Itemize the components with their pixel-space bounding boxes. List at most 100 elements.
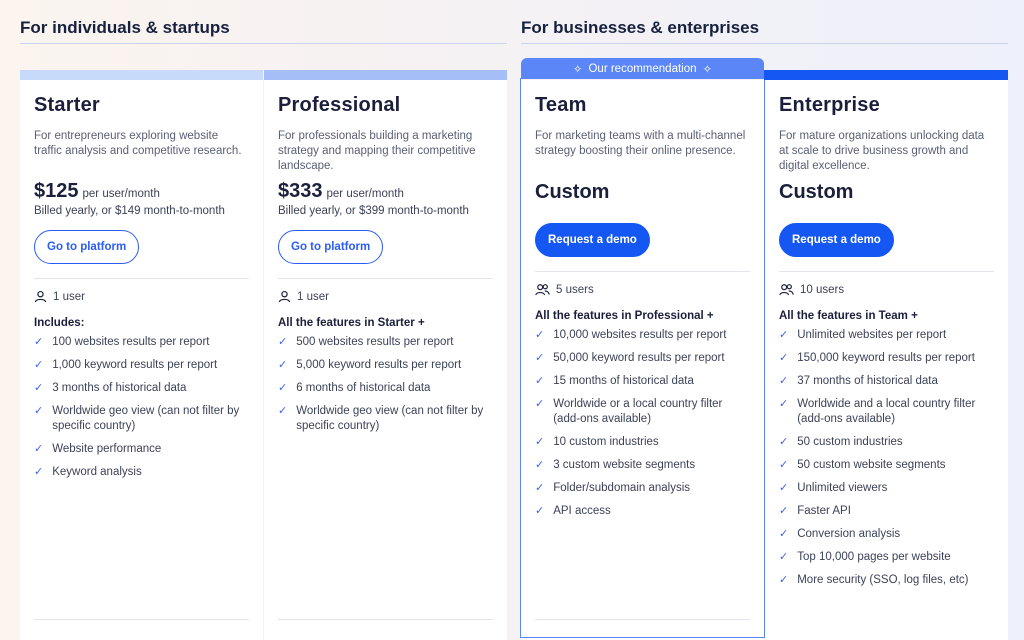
- check-icon: ✓: [535, 329, 545, 341]
- check-icon: ✓: [535, 375, 545, 387]
- list-item: ✓ 50,000 keyword results per report: [535, 351, 750, 366]
- feature-list: ✓ Unlimited websites per report ✓ 150,000 …: [779, 328, 994, 588]
- divider: [278, 619, 493, 620]
- list-item: ✓ 6 months of historical data: [278, 381, 493, 396]
- check-icon: ✓: [535, 436, 545, 448]
- feature-text: 50 custom industries: [797, 436, 903, 448]
- price-unit: per user/month: [326, 188, 404, 200]
- check-icon: ✓: [779, 436, 789, 448]
- check-icon: ✓: [779, 375, 789, 387]
- plan-description: For entrepreneurs exploring website traf…: [34, 130, 242, 157]
- feature-text: 150,000 keyword results per report: [797, 352, 975, 364]
- check-icon: ✓: [779, 574, 789, 586]
- check-icon: ✓: [779, 505, 789, 517]
- seat-count: 1 user: [34, 290, 249, 303]
- plan-name: Starter: [34, 94, 100, 116]
- check-icon: ✓: [34, 382, 44, 394]
- feature-text: Faster API: [797, 505, 851, 517]
- request-demo-button[interactable]: Request a demo: [535, 223, 650, 257]
- price-row: $125 per user/month: [34, 180, 249, 203]
- check-icon: ✓: [779, 528, 789, 540]
- divider: [34, 278, 249, 279]
- feature-text: 100 websites results per report: [52, 336, 210, 348]
- list-item: ✓ 10 custom industries: [535, 435, 750, 450]
- list-item: ✓ 37 months of historical data: [779, 374, 994, 389]
- request-demo-button[interactable]: Request a demo: [779, 223, 894, 257]
- plan-card-starter: Starter For entrepreneurs exploring webs…: [20, 70, 263, 640]
- plan-description: For professionals building a marketing s…: [278, 130, 476, 172]
- group-heading-individuals: For individuals & startups: [20, 18, 230, 37]
- divider: [278, 278, 493, 279]
- price-unit: per user/month: [82, 188, 160, 200]
- plan-price: Custom: [535, 181, 610, 203]
- check-icon: ✓: [779, 482, 789, 494]
- list-item: ✓ 3 months of historical data: [34, 381, 249, 396]
- list-item: ✓ Worldwide or a local country filter (ad…: [535, 397, 750, 427]
- plan-card-professional: Professional For professionals building …: [264, 70, 507, 640]
- go-to-platform-button[interactable]: Go to platform: [278, 230, 384, 264]
- user-icon: [278, 290, 291, 303]
- list-item: ✓ 100 websites results per report: [34, 335, 249, 350]
- plan-color-bar: [20, 70, 263, 80]
- seat-count-label: 5 users: [556, 283, 594, 296]
- list-item: ✓ 50 custom website segments: [779, 458, 994, 473]
- check-icon: ✓: [34, 405, 44, 417]
- users-icon: [779, 284, 794, 296]
- group-heading-businesses: For businesses & enterprises: [521, 18, 760, 37]
- check-icon: ✓: [779, 329, 789, 341]
- divider: [34, 619, 249, 620]
- sparkle-icon: ✧: [702, 63, 713, 76]
- group-divider-individuals: [20, 43, 507, 44]
- seat-count: 1 user: [278, 290, 493, 303]
- seat-count: 5 users: [535, 283, 750, 296]
- feature-text: 15 months of historical data: [553, 375, 694, 387]
- go-to-platform-button[interactable]: Go to platform: [34, 230, 140, 264]
- divider: [779, 271, 994, 272]
- feature-text: 1,000 keyword results per report: [52, 359, 218, 371]
- seat-count-label: 1 user: [53, 290, 85, 303]
- check-icon: ✓: [535, 505, 545, 517]
- check-icon: ✓: [779, 459, 789, 471]
- list-item: ✓ 10,000 websites results per report: [535, 328, 750, 343]
- includes-heading: Includes:: [34, 317, 85, 329]
- list-item: ✓ 50 custom industries: [779, 435, 994, 450]
- feature-text: Website performance: [52, 443, 162, 455]
- seat-count: 10 users: [779, 283, 994, 296]
- feature-text: Keyword analysis: [52, 466, 142, 478]
- check-icon: ✓: [34, 466, 44, 478]
- check-icon: ✓: [278, 359, 288, 371]
- check-icon: ✓: [278, 382, 288, 394]
- list-item: ✓ Conversion analysis: [779, 527, 994, 542]
- billing-note: Billed yearly, or $399 month-to-month: [278, 205, 469, 217]
- list-item: ✓ 3 custom website segments: [535, 458, 750, 473]
- feature-text: 3 months of historical data: [52, 382, 187, 394]
- list-item: ✓ 500 websites results per report: [278, 335, 493, 350]
- check-icon: ✓: [34, 336, 44, 348]
- check-icon: ✓: [535, 459, 545, 471]
- feature-text: Unlimited websites per report: [797, 329, 947, 341]
- list-item: ✓ Unlimited websites per report: [779, 328, 994, 343]
- feature-list: ✓ 100 websites results per report ✓ 1,000 …: [34, 335, 249, 480]
- plan-name: Team: [535, 94, 587, 116]
- list-item: ✓ Website performance: [34, 442, 249, 457]
- check-icon: ✓: [34, 359, 44, 371]
- feature-text: 10,000 websites results per report: [553, 329, 727, 341]
- check-icon: ✓: [535, 482, 545, 494]
- check-icon: ✓: [34, 443, 44, 455]
- feature-text: Top 10,000 pages per website: [797, 551, 951, 563]
- divider: [535, 619, 750, 620]
- plan-description: For marketing teams with a multi-channel…: [535, 130, 746, 157]
- seat-count-label: 1 user: [297, 290, 329, 303]
- list-item: ✓ 15 months of historical data: [535, 374, 750, 389]
- includes-heading: All the features in Professional +: [535, 310, 714, 322]
- feature-list: ✓ 10,000 websites results per report ✓ 50,…: [535, 328, 750, 519]
- user-icon: [34, 290, 47, 303]
- list-item: ✓ API access: [535, 504, 750, 519]
- list-item: ✓ Folder/subdomain analysis: [535, 481, 750, 496]
- feature-text: More security (SSO, log files, etc): [797, 574, 969, 586]
- feature-text: 10 custom industries: [553, 436, 659, 448]
- includes-heading: All the features in Starter +: [278, 317, 425, 329]
- feature-text: API access: [553, 505, 611, 517]
- list-item: ✓ 150,000 keyword results per report: [779, 351, 994, 366]
- feature-text: Folder/subdomain analysis: [553, 482, 691, 494]
